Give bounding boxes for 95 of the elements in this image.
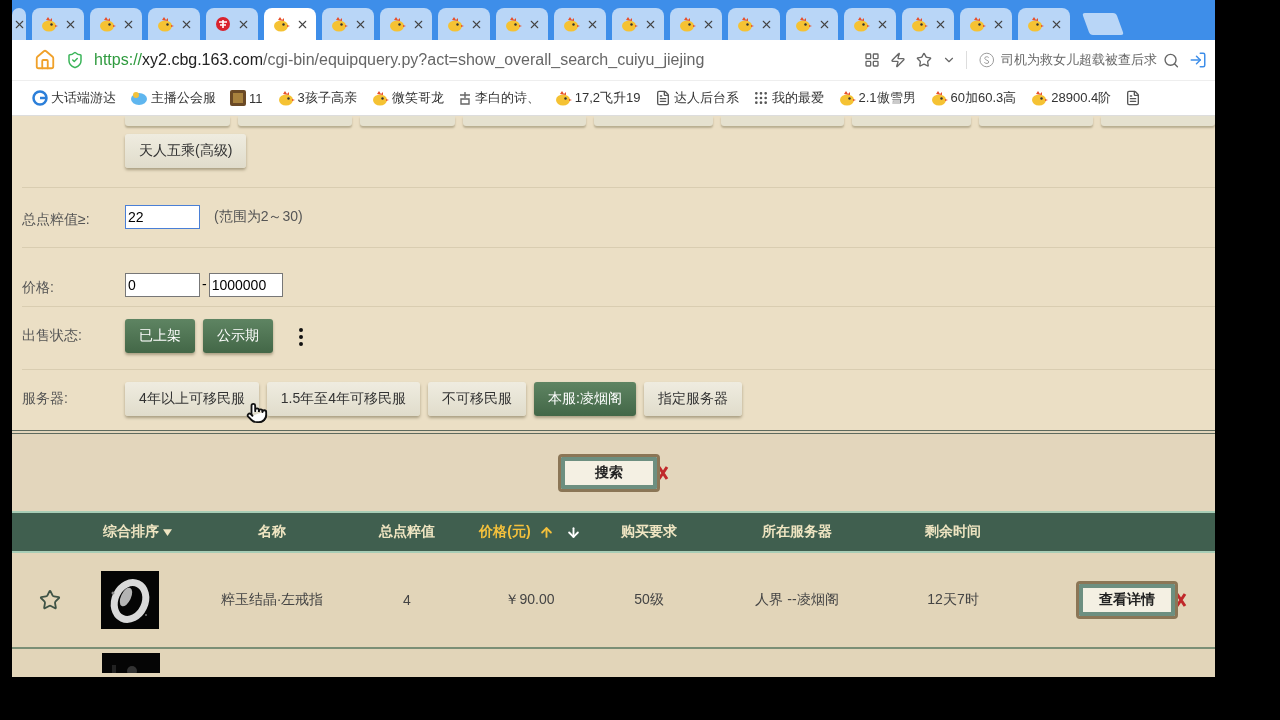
score-field[interactable]: 22 bbox=[125, 205, 200, 230]
browser-tab[interactable] bbox=[12, 8, 26, 40]
chick-icon bbox=[561, 16, 580, 32]
field-label: 总点粹值≥: bbox=[22, 210, 91, 230]
ribbon-icon bbox=[657, 464, 669, 481]
chick-icon bbox=[677, 16, 696, 32]
field-label: 价格: bbox=[22, 277, 55, 297]
lightning-icon[interactable] bbox=[890, 52, 906, 68]
browser-tab[interactable] bbox=[206, 8, 258, 40]
max-price-field[interactable]: 1000000 bbox=[208, 272, 283, 297]
bookmark[interactable]: 微笑哥龙 bbox=[370, 89, 444, 107]
option-button[interactable]: 天人五乘(高级) bbox=[125, 134, 247, 168]
chick-icon bbox=[909, 16, 928, 32]
chick-icon bbox=[793, 16, 812, 32]
favorite-star-icon[interactable] bbox=[39, 589, 61, 611]
chick-icon bbox=[1025, 16, 1044, 32]
column-header[interactable]: 总点粹值 bbox=[372, 523, 442, 541]
level-requirement: 50级 bbox=[633, 591, 665, 609]
star-icon[interactable] bbox=[916, 52, 932, 68]
column-header[interactable]: 价格(元) bbox=[442, 523, 618, 541]
bookmark[interactable]: 28900.4阶 bbox=[1030, 89, 1112, 107]
hand-cursor-icon bbox=[246, 401, 268, 424]
status-button[interactable]: 已上架 bbox=[125, 319, 195, 354]
field-label: 服务器: bbox=[22, 388, 69, 408]
min-price-field[interactable]: 0 bbox=[125, 272, 200, 297]
server-button[interactable]: 1.5年至4年可移民服 bbox=[266, 381, 421, 416]
chick-icon bbox=[735, 16, 754, 32]
qr-icon[interactable] bbox=[864, 52, 880, 68]
field-label: 出售状态: bbox=[22, 326, 83, 346]
chick-icon bbox=[503, 16, 522, 32]
grid-icon bbox=[752, 90, 769, 106]
score-value: 4 bbox=[402, 592, 412, 608]
shield-icon bbox=[66, 51, 84, 69]
chick-icon bbox=[553, 90, 572, 106]
server-button[interactable]: 不可移民服 bbox=[428, 381, 527, 416]
chick-icon bbox=[97, 16, 116, 32]
chick-icon bbox=[619, 16, 638, 32]
server-button[interactable]: 指定服务器 bbox=[643, 381, 742, 416]
bookmark[interactable]: 我的最爱 bbox=[752, 89, 824, 107]
bookmark[interactable]: 3孩子高亲 bbox=[276, 89, 357, 107]
bookmark-icon bbox=[457, 91, 472, 105]
sort-up-icon[interactable] bbox=[538, 524, 554, 540]
login-icon[interactable] bbox=[1189, 51, 1207, 69]
column-header[interactable]: 所在服务器 bbox=[680, 523, 914, 541]
bookmark[interactable]: 17,2飞升19 bbox=[553, 89, 641, 107]
search-icon[interactable] bbox=[1162, 51, 1179, 69]
bookmark[interactable]: 达人后台系 bbox=[654, 89, 739, 107]
chick-icon bbox=[967, 16, 986, 32]
server-button[interactable]: 4年以上可移民服 bbox=[125, 381, 259, 416]
search-field[interactable]: 司机为救女儿超载被查后求 bbox=[1000, 51, 1157, 69]
chick-icon bbox=[837, 90, 856, 106]
new-tab-button[interactable] bbox=[1082, 13, 1124, 35]
time-left: 12天7时 bbox=[926, 591, 980, 609]
seal-icon bbox=[214, 16, 231, 32]
search-button[interactable]: 搜索 bbox=[558, 453, 660, 492]
server-name: 人界 --凌烟阁 bbox=[754, 591, 840, 609]
column-header[interactable]: 综合排序 bbox=[12, 523, 172, 541]
chick-icon bbox=[445, 16, 464, 32]
chick-icon bbox=[370, 90, 389, 106]
chick-icon bbox=[276, 90, 295, 106]
chick-icon bbox=[39, 16, 58, 32]
status-button[interactable]: 公示期 bbox=[203, 319, 273, 354]
document-icon bbox=[654, 90, 671, 106]
bookmark[interactable]: 11 bbox=[230, 90, 263, 106]
bookmark[interactable] bbox=[1125, 90, 1142, 106]
url-text[interactable]: https://xy2.cbg.163.com/cgi-bin/equipquery.py?act=show_overall_search_cuiyu_jiejing bbox=[94, 51, 854, 69]
bookmark[interactable]: 60加60.3高 bbox=[929, 89, 1017, 107]
game-icon bbox=[230, 90, 246, 106]
range-separator: - bbox=[202, 275, 207, 292]
sort-down-icon[interactable] bbox=[565, 524, 581, 540]
detail-button[interactable]: 查看详情 bbox=[1076, 581, 1178, 619]
chick-icon bbox=[155, 16, 174, 32]
chick-icon bbox=[851, 16, 870, 32]
bookmark[interactable]: 李白的诗、 bbox=[457, 89, 540, 107]
ribbon-icon bbox=[1175, 592, 1187, 608]
globe-icon bbox=[32, 90, 48, 106]
bookmark[interactable]: 主播公会服 bbox=[130, 89, 216, 107]
dropdown-icon bbox=[163, 527, 172, 537]
chick-icon bbox=[329, 16, 348, 32]
column-header[interactable]: 购买要求 bbox=[618, 523, 680, 541]
server-button[interactable]: 本服:凌烟阁 bbox=[534, 381, 636, 416]
price-value: ￥90.00 bbox=[504, 591, 556, 609]
chick-icon bbox=[387, 16, 406, 32]
cloud-icon bbox=[130, 90, 148, 106]
bookmark[interactable]: 大话端游达 bbox=[32, 89, 116, 107]
search-engine-icon bbox=[979, 52, 995, 68]
item-name: 粹玉结晶·左戒指 bbox=[219, 591, 325, 609]
range-hint: (范围为2～30) bbox=[214, 208, 303, 227]
chick-icon bbox=[929, 90, 948, 106]
column-header[interactable]: 名称 bbox=[172, 523, 372, 541]
column-header[interactable]: 剩余时间 bbox=[914, 523, 992, 541]
bookmark[interactable]: 2.1傲雪男 bbox=[837, 89, 916, 107]
document-icon bbox=[1125, 90, 1142, 106]
chick-icon bbox=[271, 16, 290, 32]
chick-icon bbox=[1030, 90, 1049, 106]
